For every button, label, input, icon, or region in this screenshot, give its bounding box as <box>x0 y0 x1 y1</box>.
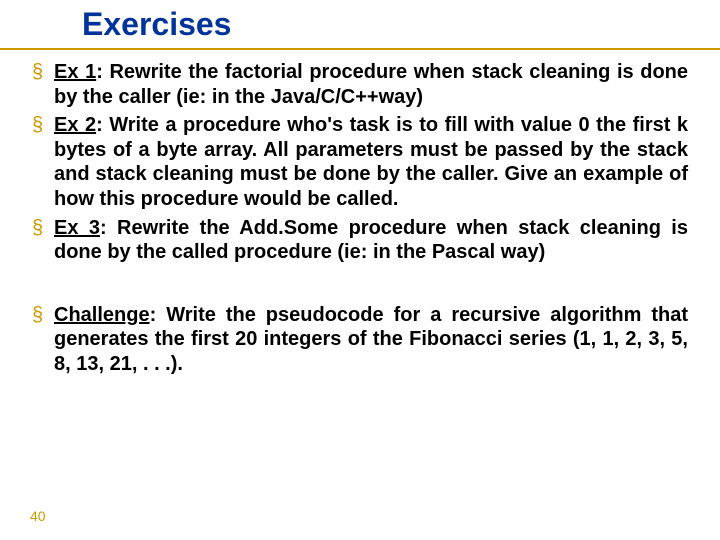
list-item: Ex 2: Write a procedure who's task is to… <box>32 113 688 211</box>
exercise-text: : Rewrite the Add.Some procedure when st… <box>54 217 688 264</box>
list-item: Challenge: Write the pseudocode for a re… <box>32 303 688 377</box>
challenge-label: Challenge <box>54 304 150 326</box>
exercise-text: : Rewrite the factorial procedure when s… <box>54 61 688 108</box>
exercise-label: Ex 3 <box>54 217 100 239</box>
spacer <box>32 269 688 303</box>
slide-title: Exercises <box>82 6 231 43</box>
exercise-label: Ex 2 <box>54 114 96 136</box>
slide: Exercises Ex 1: Rewrite the factorial pr… <box>0 0 720 540</box>
exercise-label: Ex 1 <box>54 61 96 83</box>
title-underline <box>0 48 720 50</box>
list-item: Ex 3: Rewrite the Add.Some procedure whe… <box>32 216 688 265</box>
challenge-list: Challenge: Write the pseudocode for a re… <box>32 303 688 377</box>
page-number: 40 <box>30 508 46 524</box>
exercise-list: Ex 1: Rewrite the factorial procedure wh… <box>32 60 688 265</box>
challenge-text: : Write the pseudocode for a recursive a… <box>54 304 688 375</box>
list-item: Ex 1: Rewrite the factorial procedure wh… <box>32 60 688 109</box>
exercise-text: : Write a procedure who's task is to fil… <box>54 114 688 210</box>
slide-body: Ex 1: Rewrite the factorial procedure wh… <box>32 60 688 381</box>
